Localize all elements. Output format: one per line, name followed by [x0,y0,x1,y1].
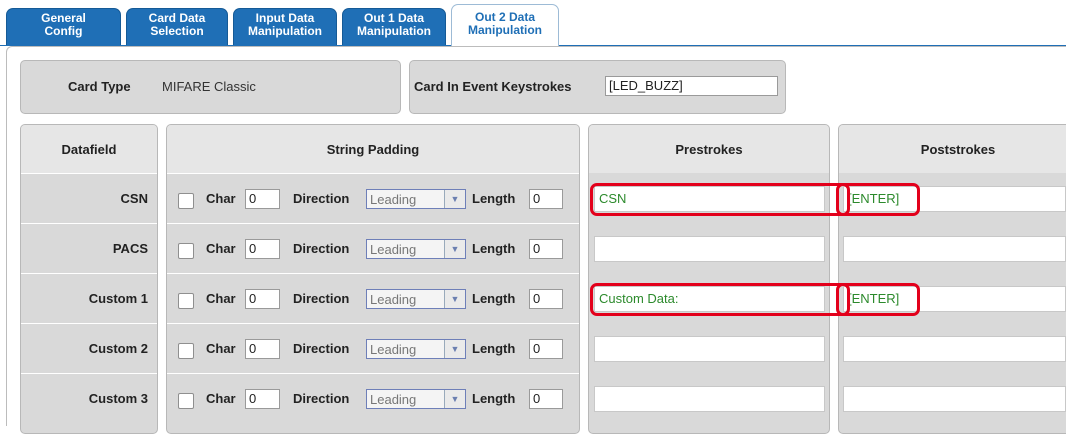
row-divider [21,173,157,174]
tab-input-data-manipulation[interactable]: Input Data Manipulation [233,8,337,46]
char-label: Char [206,291,236,306]
direction-select[interactable]: Leading ▼ [366,339,466,359]
row-divider [167,323,579,324]
padding-checkbox[interactable] [178,243,194,259]
direction-value: Leading [370,242,417,257]
direction-label: Direction [293,341,350,356]
direction-label: Direction [293,391,350,406]
highlight-annotation-csn-poststroke [836,183,920,216]
char-input[interactable]: 0 [245,289,280,309]
length-input[interactable]: 0 [529,239,563,259]
prestrokes-header: Prestrokes [675,142,743,157]
tab-label: Config [44,24,83,38]
datafield-name: CSN [120,191,148,206]
length-label: Length [472,291,516,306]
highlight-annotation-custom1-poststroke [836,283,920,316]
poststrokes-input[interactable] [843,386,1066,412]
length-input[interactable]: 0 [529,339,563,359]
direction-label: Direction [293,241,350,256]
datafield-header: Datafield [61,142,117,157]
tab-label: Manipulation [357,24,431,38]
card-type-label: Card Type [68,79,131,94]
chevron-down-icon[interactable]: ▼ [444,390,465,408]
tab-label: Selection [150,24,204,38]
tab-label: Manipulation [468,23,542,37]
row-divider [21,273,157,274]
chevron-down-icon[interactable]: ▼ [444,240,465,258]
card-in-event-label: Card In Event Keystrokes [414,79,572,94]
poststrokes-input[interactable] [843,336,1066,362]
length-input[interactable]: 0 [529,389,563,409]
row-divider [167,373,579,374]
string-padding-header: String Padding [326,142,420,157]
padding-checkbox[interactable] [178,393,194,409]
length-label: Length [472,241,516,256]
length-label: Length [472,391,516,406]
direction-value: Leading [370,342,417,357]
tab-out1-data-manipulation[interactable]: Out 1 Data Manipulation [342,8,446,46]
length-label: Length [472,191,516,206]
char-input[interactable]: 0 [245,339,280,359]
datafield-name: Custom 3 [88,391,148,406]
char-input[interactable]: 0 [245,239,280,259]
poststrokes-header: Poststrokes [920,142,996,157]
char-label: Char [206,391,236,406]
row-divider [167,223,579,224]
row-divider [167,173,579,174]
char-input[interactable]: 0 [245,189,280,209]
prestrokes-input[interactable] [594,386,825,412]
padding-checkbox[interactable] [178,293,194,309]
chevron-down-icon[interactable]: ▼ [444,290,465,308]
direction-value: Leading [370,292,417,307]
char-label: Char [206,191,236,206]
card-in-event-input[interactable]: [LED_BUZZ] [605,76,778,96]
tab-out2-data-manipulation[interactable]: Out 2 Data Manipulation [451,4,559,46]
padding-checkbox[interactable] [178,193,194,209]
datafield-name: Custom 2 [88,341,148,356]
highlight-annotation-csn-prestroke [590,183,850,216]
chevron-down-icon[interactable]: ▼ [444,190,465,208]
padding-checkbox[interactable] [178,343,194,359]
tab-general-config[interactable]: General Config [6,8,121,46]
datafield-name: Custom 1 [88,291,148,306]
direction-label: Direction [293,291,350,306]
row-divider [21,323,157,324]
prestrokes-input[interactable] [594,236,825,262]
highlight-annotation-custom1-prestroke [590,283,850,316]
length-label: Length [472,341,516,356]
length-input[interactable]: 0 [529,289,563,309]
row-divider [21,223,157,224]
tab-label: Manipulation [248,24,322,38]
direction-select[interactable]: Leading ▼ [366,239,466,259]
chevron-down-icon[interactable]: ▼ [444,340,465,358]
row-divider [21,373,157,374]
direction-select[interactable]: Leading ▼ [366,389,466,409]
tab-card-data-selection[interactable]: Card Data Selection [126,8,228,46]
tab-bar: General Config Card Data Selection Input D… [0,0,1066,46]
char-label: Char [206,341,236,356]
row-divider [167,273,579,274]
direction-value: Leading [370,192,417,207]
char-label: Char [206,241,236,256]
card-type-value: MIFARE Classic [162,79,256,94]
direction-select[interactable]: Leading ▼ [366,289,466,309]
length-input[interactable]: 0 [529,189,563,209]
poststrokes-input[interactable] [843,236,1066,262]
datafield-name: PACS [112,241,148,256]
direction-value: Leading [370,392,417,407]
char-input[interactable]: 0 [245,389,280,409]
direction-label: Direction [293,191,350,206]
direction-select[interactable]: Leading ▼ [366,189,466,209]
prestrokes-input[interactable] [594,336,825,362]
